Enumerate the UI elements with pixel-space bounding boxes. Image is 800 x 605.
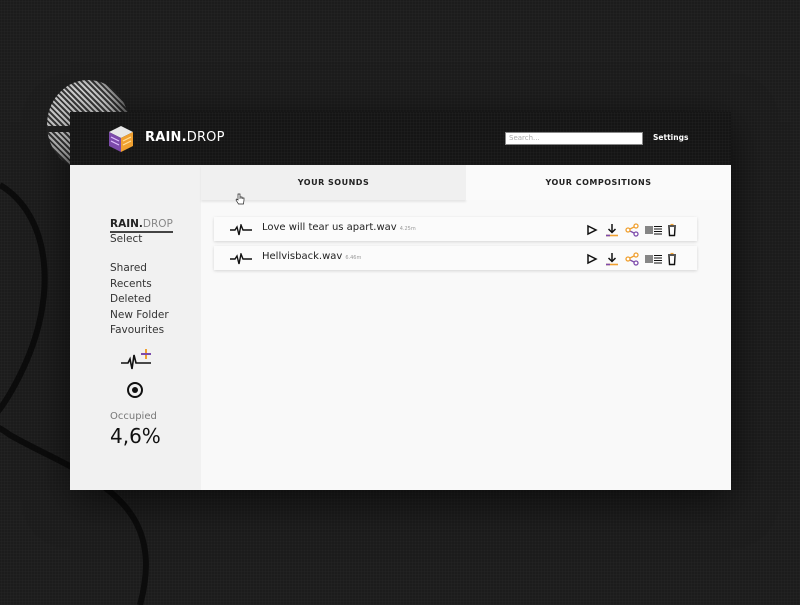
waveform-icon xyxy=(230,253,252,265)
brand-bold: RAIN. xyxy=(145,130,187,145)
search-input[interactable] xyxy=(505,132,643,145)
settings-link[interactable]: Settings xyxy=(653,133,688,142)
file-name: Love will tear us apart.wav 4.25m xyxy=(262,222,416,233)
sidebar-item-deleted[interactable]: Deleted xyxy=(110,292,169,308)
top-bar: RAIN.DROP Settings xyxy=(70,112,731,165)
sidebar-item-favourites[interactable]: Favourites xyxy=(110,323,169,339)
download-icon[interactable] xyxy=(605,222,621,237)
file-list: Love will tear us apart.wav 4.25m Hellvis… xyxy=(214,217,697,275)
waveform-list-icon[interactable] xyxy=(645,251,662,265)
download-icon[interactable] xyxy=(605,251,621,266)
logo-icon xyxy=(109,126,133,152)
tab-bar: YOUR SOUNDS YOUR COMPOSITIONS xyxy=(201,165,731,201)
sidebar: RAIN.DROP Select Shared Recents Deleted … xyxy=(70,165,201,490)
file-row[interactable]: Hellvisback.wav 6.46m xyxy=(214,246,697,270)
waveform-plus-icon[interactable] xyxy=(121,347,153,371)
sidebar-item-new-folder[interactable]: New Folder xyxy=(110,308,169,324)
sidebar-select[interactable]: Select xyxy=(110,233,142,245)
trash-icon[interactable] xyxy=(665,251,681,266)
brand-name: RAIN.DROP xyxy=(145,130,225,145)
occupied-label: Occupied xyxy=(110,411,157,422)
waveform-icon xyxy=(230,224,252,236)
record-target-icon[interactable] xyxy=(126,381,144,399)
file-name-text: Hellvisback.wav xyxy=(262,251,343,262)
play-icon[interactable] xyxy=(585,222,601,236)
sidebar-item-recents[interactable]: Recents xyxy=(110,277,169,293)
file-row[interactable]: Love will tear us apart.wav 4.25m xyxy=(214,217,697,241)
brand-light: DROP xyxy=(186,130,225,145)
trash-icon[interactable] xyxy=(665,222,681,237)
sidebar-nav: Shared Recents Deleted New Folder Favour… xyxy=(110,261,169,339)
hand-cursor-icon xyxy=(235,193,245,205)
file-name-text: Love will tear us apart.wav xyxy=(262,222,397,233)
sidebar-item-shared[interactable]: Shared xyxy=(110,261,169,277)
file-duration: 4.25m xyxy=(399,226,416,232)
tab-your-compositions[interactable]: YOUR COMPOSITIONS xyxy=(466,165,731,200)
occupied-value: 4,6% xyxy=(110,424,161,448)
share-icon[interactable] xyxy=(625,251,641,266)
share-icon[interactable] xyxy=(625,222,641,237)
file-actions xyxy=(585,222,685,237)
file-name: Hellvisback.wav 6.46m xyxy=(262,251,361,262)
sidebar-brand-light: DROP xyxy=(142,218,173,230)
file-duration: 6.46m xyxy=(345,255,362,261)
sidebar-brand-bold: RAIN. xyxy=(110,218,143,230)
file-actions xyxy=(585,251,685,266)
app-window: RAIN.DROP Settings RAIN.DROP Select Shar… xyxy=(70,112,731,490)
sidebar-brand[interactable]: RAIN.DROP xyxy=(110,218,173,233)
waveform-list-icon[interactable] xyxy=(645,222,662,236)
play-icon[interactable] xyxy=(585,251,601,265)
